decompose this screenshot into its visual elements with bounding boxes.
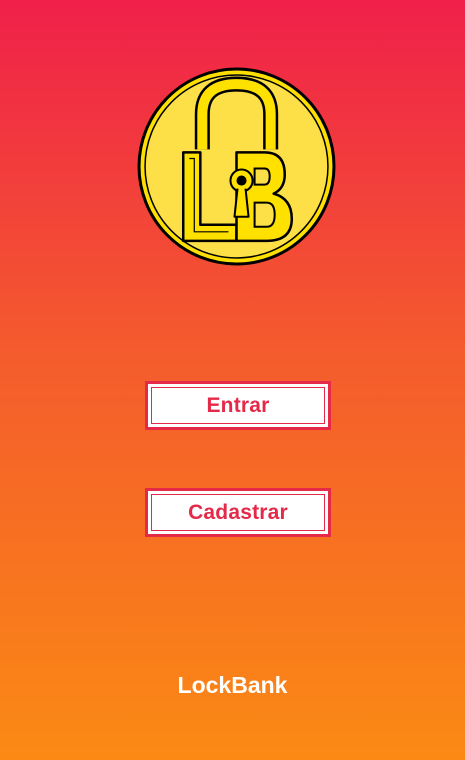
enter-button-label: Entrar [206, 393, 270, 417]
register-button-label: Cadastrar [188, 500, 288, 524]
brand-name: LockBank [177, 672, 288, 698]
padlock-lb-coin-logo-icon [137, 67, 336, 266]
lockbank-logo [136, 66, 337, 267]
register-button[interactable]: Cadastrar [145, 488, 331, 537]
enter-button[interactable]: Entrar [145, 381, 331, 430]
